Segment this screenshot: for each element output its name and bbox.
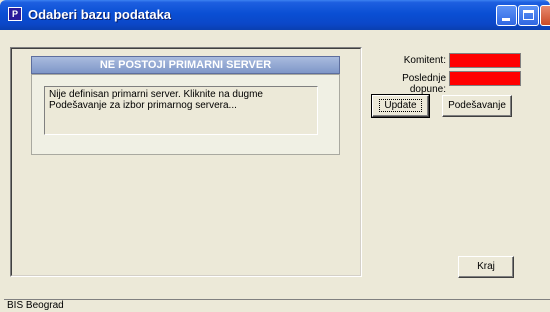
window-title: Odaberi bazu podataka — [28, 7, 172, 22]
close-button[interactable] — [540, 5, 550, 26]
maximize-button[interactable] — [518, 5, 539, 26]
minimize-button[interactable] — [496, 5, 517, 26]
server-panel: NE POSTOJI PRIMARNI SERVER Nije definisa… — [10, 47, 362, 277]
panel-header: NE POSTOJI PRIMARNI SERVER — [31, 56, 340, 74]
podesavanje-button[interactable]: Podešavanje — [442, 95, 512, 117]
komitent-label: Komitent: — [403, 55, 446, 66]
message-box: Nije definisan primarni server. Kliknite… — [31, 74, 340, 155]
update-button-label: Update — [379, 99, 422, 112]
app-icon[interactable]: P — [8, 7, 22, 21]
poslednje-dopune-field — [449, 71, 521, 86]
title-bar[interactable]: P Odaberi bazu podataka — [0, 0, 550, 30]
update-button[interactable]: Update — [371, 94, 430, 118]
komitent-field — [449, 53, 521, 68]
kraj-button[interactable]: Kraj — [458, 256, 514, 278]
window-client-area: NE POSTOJI PRIMARNI SERVER Nije definisa… — [4, 30, 550, 311]
status-bar: BIS Beograd — [4, 299, 550, 311]
message-text: Nije definisan primarni server. Kliknite… — [44, 86, 318, 135]
poslednje-dopune-label: Poslednje dopune: — [402, 73, 446, 95]
